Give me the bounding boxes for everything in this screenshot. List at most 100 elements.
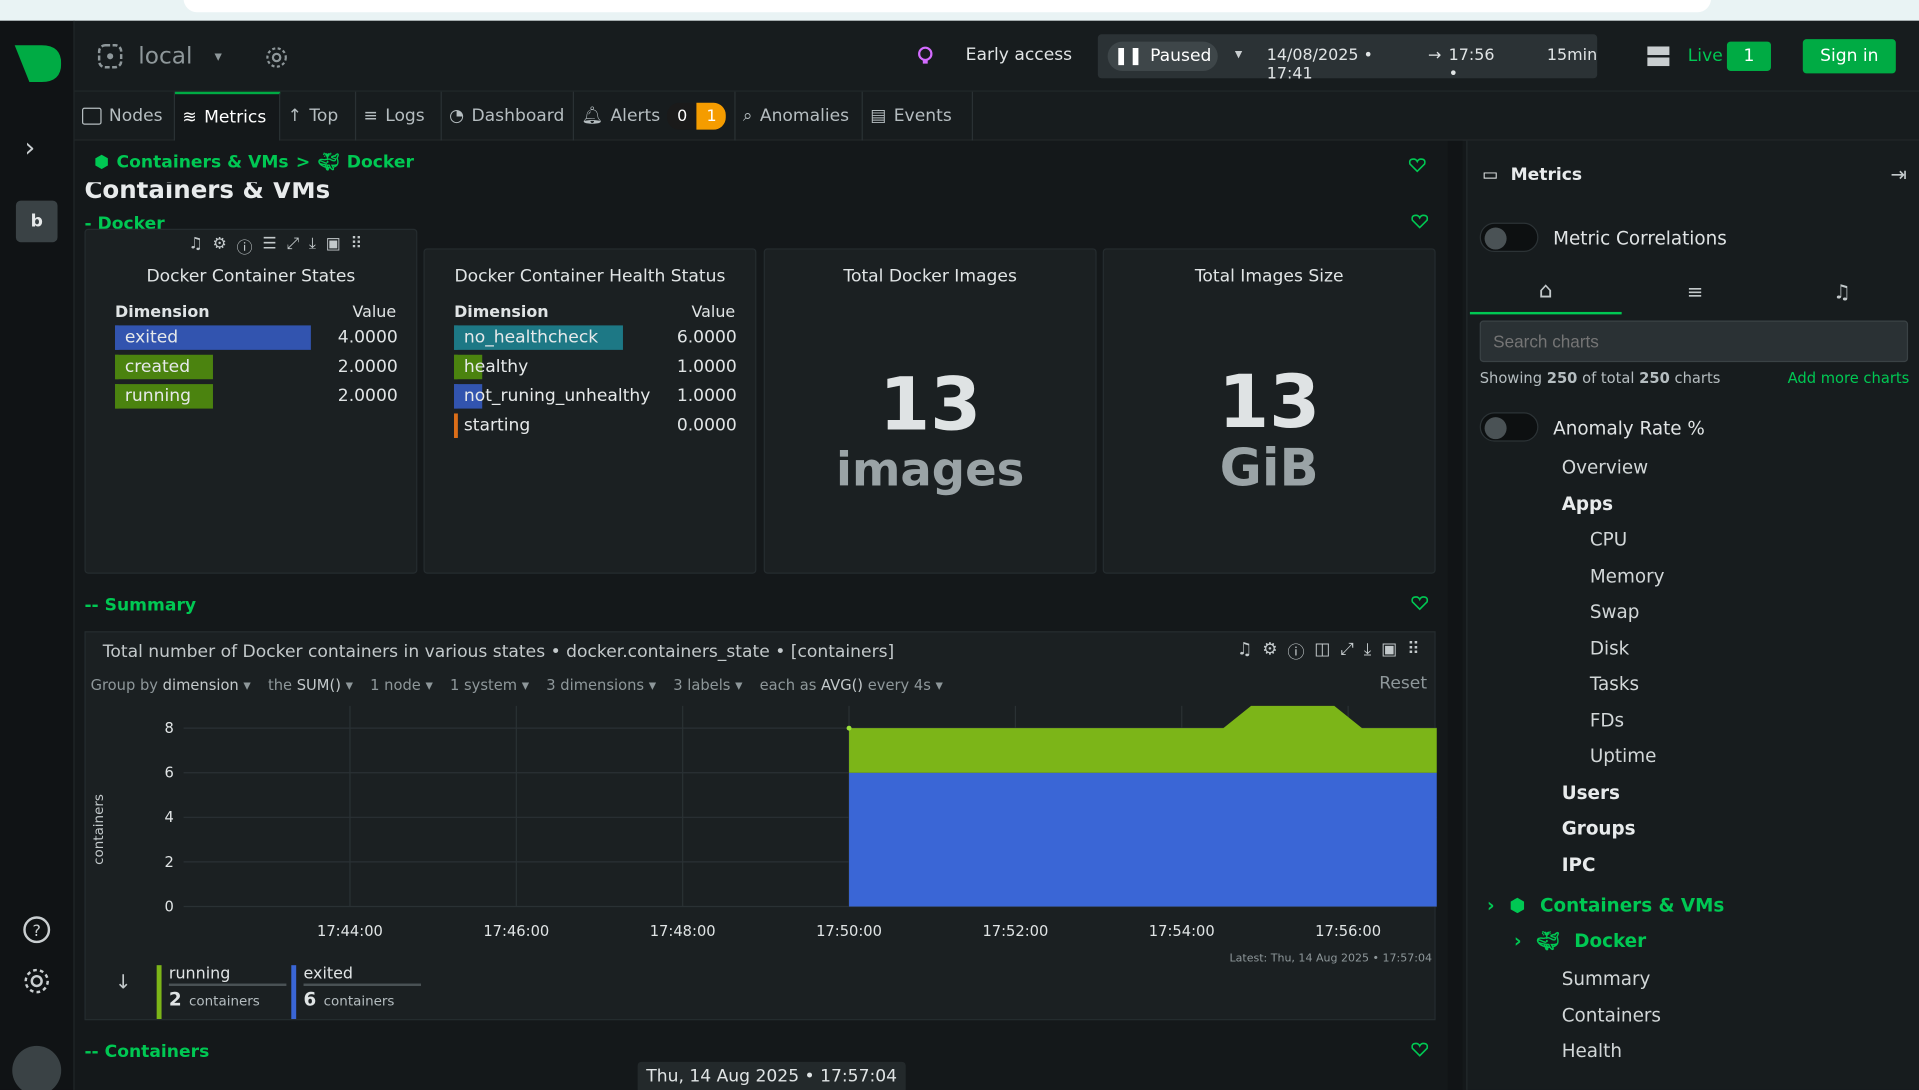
heart-icon[interactable] [1411,214,1429,229]
settings-gear-icon[interactable] [22,966,51,995]
bell-icon: 🔔︎ [581,106,604,126]
menu-item-cpu[interactable]: CPU [1590,528,1627,550]
tab-metrics[interactable]: ≋ Metrics [175,91,281,141]
series-area-exited[interactable] [849,772,1437,907]
drag-handle-icon[interactable]: ⠿ [351,235,363,258]
tab-logs[interactable]: ≡ Logs [356,91,442,141]
menu-item-health[interactable]: Health [1562,1040,1622,1062]
heart-icon[interactable] [1411,596,1429,611]
menu-item-disk[interactable]: Disk [1590,637,1629,659]
warning-alerts-badge[interactable]: 1 [696,102,727,130]
netdata-logo-icon[interactable] [12,43,62,85]
menu-item-tasks[interactable]: Tasks [1590,673,1639,695]
tree-docker[interactable]: › 🐳︎ Docker [1514,930,1646,952]
info-icon[interactable]: ⓘ [1287,640,1304,664]
pause-button[interactable]: ❚❚ Paused [1107,41,1218,71]
sliders-icon[interactable]: ⚙ [1262,640,1277,664]
chart-type-icon[interactable]: ◫ [1314,640,1330,664]
download-icon[interactable]: ⤓ [309,235,316,258]
space-avatar[interactable]: b [15,200,58,243]
menu-item-apps[interactable]: Apps [1562,492,1613,514]
x-tick-label: 17:50:00 [816,923,882,940]
chevron-down-icon[interactable]: ▾ [1235,45,1242,62]
drag-handle-icon[interactable]: ⠿ [1407,640,1420,664]
tab-bar: Nodes ≋ Metrics ↑ Top ≡ Logs ◔ Dashboard 🔔︎ A… [74,91,1919,141]
nodes-list-icon[interactable] [1646,45,1670,67]
heart-icon[interactable] [1408,158,1426,173]
aggregation-control[interactable]: the SUM() ▾ [268,676,353,693]
bell-icon[interactable]: ♫ [1237,640,1252,664]
help-icon[interactable]: ? [22,915,51,944]
chevron-right-icon: › [1487,894,1495,917]
save-icon[interactable]: ▣ [326,235,341,258]
menu-item-uptime[interactable]: Uptime [1590,745,1657,767]
legend-item[interactable]: exited 6 containers [291,965,423,1020]
dimensions-filter[interactable]: 3 dimensions ▾ [546,676,656,693]
menu-item-swap[interactable]: Swap [1590,601,1640,623]
breadcrumb-parent[interactable]: Containers & VMs [117,153,289,173]
menu-item-overview[interactable]: Overview [1562,456,1648,478]
breadcrumb-child[interactable]: Docker [347,153,414,173]
arrow-down-icon[interactable]: ↓ [115,970,131,993]
tab-alerts[interactable]: 🔔︎ Alerts 01 [574,91,736,141]
sign-in-button[interactable]: Sign in [1802,39,1896,74]
expand-icon[interactable]: ⤢ [1340,640,1354,664]
menu-item-users[interactable]: Users [1562,781,1620,803]
sliders-icon[interactable]: ⚙ [213,235,227,258]
chart-controls: Group by dimension ▾ the SUM() ▾ 1 node … [91,676,943,693]
heart-icon[interactable] [1411,1042,1429,1057]
tab-nodes[interactable]: Nodes [75,91,176,141]
systems-filter[interactable]: 1 system ▾ [450,676,529,693]
health-status-card: Docker Container Health Status Dimension… [423,248,757,574]
group-by-control[interactable]: Group by dimension ▾ [91,676,251,693]
tab-anomalies[interactable]: ⌕ Anomalies [736,91,863,141]
dimension-header: Dimension [454,303,549,322]
metric-correlations-toggle[interactable] [1479,222,1539,252]
tab-top[interactable]: ↑ Top [280,91,357,141]
tab-alerts-panel[interactable]: ♫ [1769,268,1916,314]
tab-label: Nodes [108,106,163,126]
menu-item-ipc[interactable]: IPC [1562,853,1596,875]
collapse-panel-icon[interactable]: ⇥ [1890,163,1906,186]
menu-item-memory[interactable]: Memory [1590,565,1665,587]
info-icon[interactable]: ⓘ [237,235,253,258]
room-settings-icon[interactable] [264,45,288,69]
value-bar [454,413,458,438]
main-scrollbar[interactable] [1447,140,1463,1090]
time-aggregation-control[interactable]: each as AVG() every 4s ▾ [760,676,943,693]
tab-label: Anomalies [759,106,850,126]
add-more-charts-link[interactable]: Add more charts [1788,369,1910,386]
legend-item[interactable]: running 2 containers [156,965,289,1020]
tab-charts-list[interactable]: ⌂ [1469,268,1622,315]
menu-item-fds[interactable]: FDs [1590,709,1624,731]
nodes-filter[interactable]: 1 node ▾ [370,676,433,693]
menu-item-summary[interactable]: Summary [1562,968,1651,990]
tab-events[interactable]: ▤ Events [863,91,974,141]
live-count-badge[interactable]: 1 [1726,41,1771,71]
reset-button[interactable]: Reset [1379,674,1427,694]
x-tick-label: 17:56:00 [1315,923,1381,940]
room-selector[interactable]: local ▾ [97,43,222,70]
date-range-picker[interactable]: 14/08/2025 • 17:41 → 17:56 • 15min [1267,46,1597,83]
search-charts-input[interactable] [1479,320,1909,363]
bell-icon[interactable]: ♫ [188,235,202,258]
menu-item-groups[interactable]: Groups [1562,817,1636,839]
list-icon[interactable]: ☰ [262,235,276,258]
menu-item-containers[interactable]: Containers [1562,1004,1661,1026]
save-icon[interactable]: ▣ [1381,640,1397,664]
tree-containers-vms[interactable]: › ⬢ Containers & VMs [1487,894,1724,916]
tab-dashboard[interactable]: ◔ Dashboard [442,91,575,141]
tab-filters[interactable]: ≡ [1622,268,1769,314]
critical-alerts-badge[interactable]: 0 [667,102,697,130]
early-access[interactable]: Early access [914,44,1072,66]
anomaly-rate-toggle[interactable] [1479,412,1539,442]
summary-chart-plot[interactable]: 17:44:00 17:46:00 17:48:00 17:50:00 17:52:00… [86,699,1437,956]
arrow-right-icon: → [1427,46,1442,65]
expand-icon[interactable]: ⤢ [286,235,299,258]
metrics-panel-icon: ▭ [1482,165,1499,185]
expand-sidebar-icon[interactable]: › [24,133,35,164]
user-avatar[interactable] [12,1045,62,1090]
room-name: local [138,42,193,70]
labels-filter[interactable]: 3 labels ▾ [673,676,742,693]
download-icon[interactable]: ⤓ [1364,640,1372,664]
